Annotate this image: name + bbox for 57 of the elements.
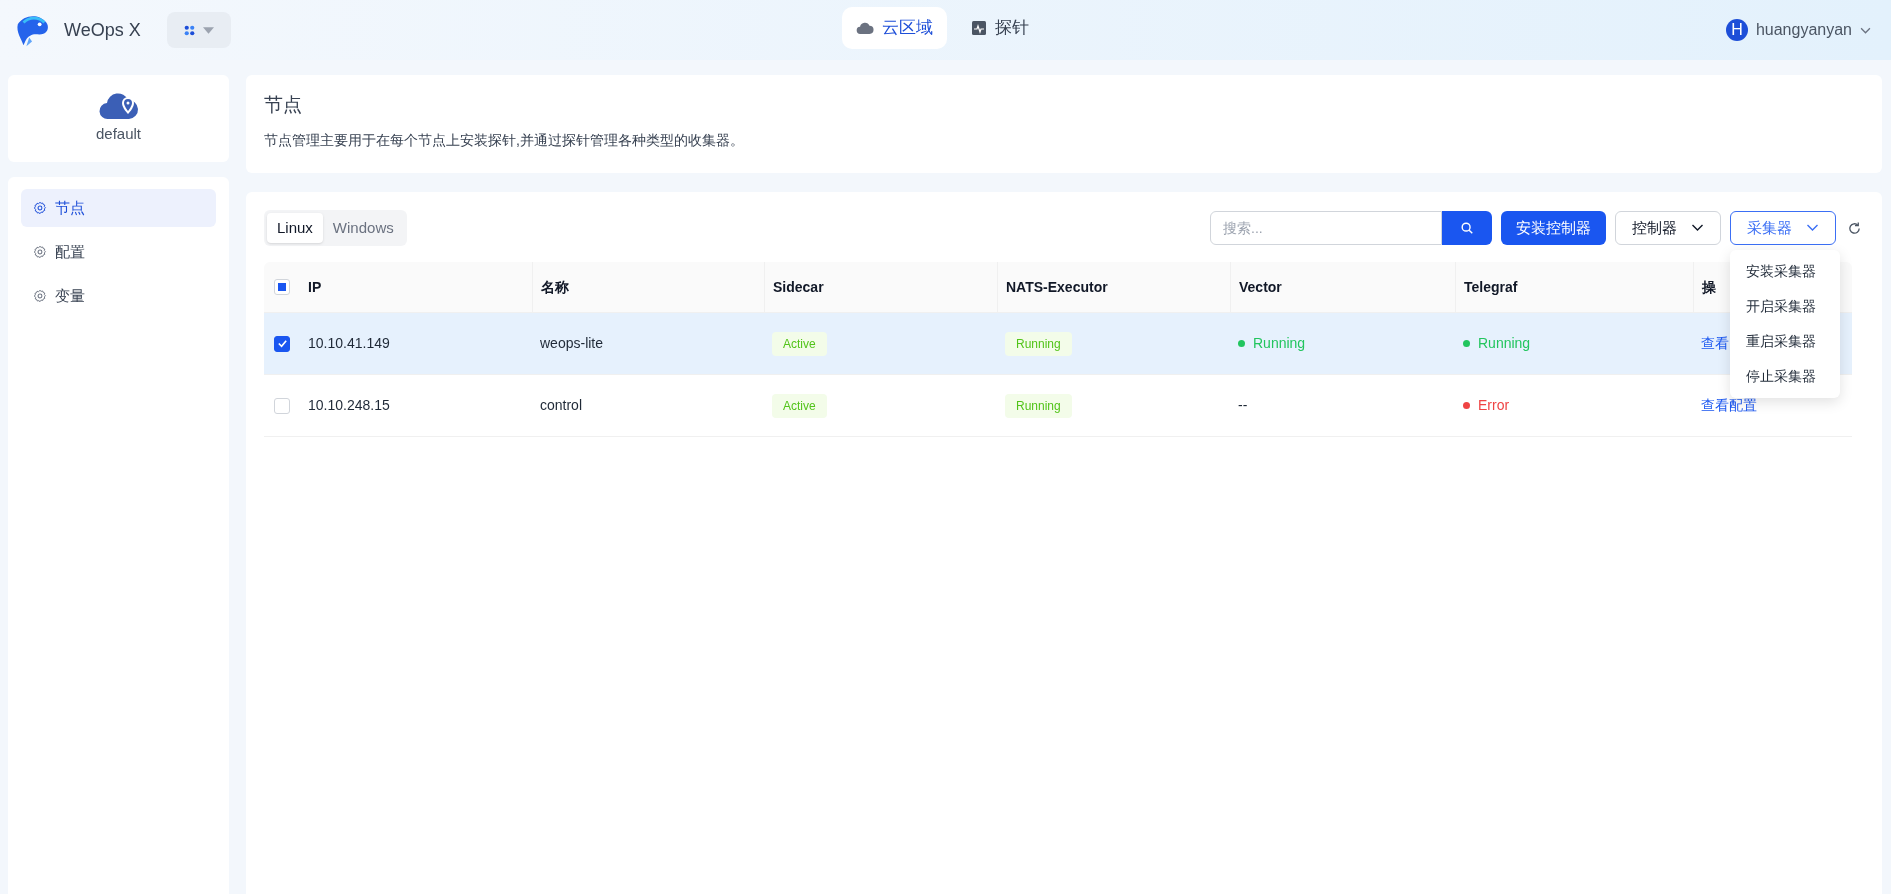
apps-icon xyxy=(183,24,195,36)
sidebar-item[interactable]: 节点 xyxy=(21,189,216,227)
status-tag: Active xyxy=(772,393,827,418)
column-header: 操 xyxy=(1702,277,1716,297)
table-cell-text: -- xyxy=(1238,396,1248,415)
table-cell-text: weops-lite xyxy=(540,334,604,353)
controller-dropdown[interactable]: 控制器 xyxy=(1615,211,1721,245)
gear-icon xyxy=(33,245,47,259)
column-header: Sidecar xyxy=(773,277,824,297)
chevron-down-icon[interactable] xyxy=(1860,26,1871,34)
user-name[interactable]: huangyanyan xyxy=(1755,18,1852,42)
collector-dropdown[interactable]: 采集器 xyxy=(1730,211,1836,245)
column-header: IP xyxy=(308,277,322,297)
column-header: NATS-Executor xyxy=(1006,277,1108,297)
status-tag: Running xyxy=(1005,393,1072,418)
cloud-pin-icon xyxy=(98,91,139,122)
checkbox[interactable] xyxy=(274,335,290,352)
search-icon xyxy=(1460,221,1474,235)
view-config-link[interactable]: 查看 xyxy=(1701,333,1729,354)
sidebar-item[interactable]: 配置 xyxy=(21,233,216,271)
user-avatar: H xyxy=(1725,19,1748,41)
status-tag: Active xyxy=(772,331,827,356)
install-controller-button[interactable]: 安装控制器 xyxy=(1501,211,1606,245)
area-name: default xyxy=(95,124,141,145)
status-text: Error xyxy=(1478,396,1510,415)
status-text: Running xyxy=(1478,334,1531,353)
view-config-link[interactable]: 查看配置 xyxy=(1701,395,1757,416)
caret-icon xyxy=(202,26,214,34)
status-text: Running xyxy=(1253,334,1306,353)
gear-icon xyxy=(33,289,47,303)
chevron-down-icon xyxy=(1806,224,1819,232)
page-title: 节点 xyxy=(264,93,303,117)
chevron-down-icon xyxy=(1691,224,1704,232)
app-title: WeOps X xyxy=(64,18,141,42)
search-field[interactable]: 搜索... xyxy=(1210,211,1442,245)
os-tab[interactable]: Windows xyxy=(322,213,404,243)
column-header: 名称 xyxy=(541,277,569,297)
page-description: 节点管理主要用于在每个节点上安装探针,并通过探针管理各种类型的收集器。 xyxy=(264,130,745,150)
os-tab[interactable]: Linux xyxy=(267,213,323,243)
table-cell-text: 10.10.41.149 xyxy=(308,334,390,353)
nav-tab[interactable]: 云区域 xyxy=(842,7,947,49)
cloud-icon xyxy=(856,20,874,36)
check-icon xyxy=(276,338,288,349)
refresh-icon[interactable] xyxy=(1847,220,1862,236)
table-cell-text: control xyxy=(540,396,583,415)
monitor-icon xyxy=(971,20,987,36)
table-cell-text: 10.10.248.15 xyxy=(308,396,390,415)
sidebar-item[interactable]: 变量 xyxy=(21,277,216,315)
menu-item[interactable]: 重启采集器 xyxy=(1730,324,1840,359)
gear-icon xyxy=(33,201,47,215)
search-button[interactable] xyxy=(1442,211,1492,245)
status-tag: Running xyxy=(1005,331,1072,356)
column-header: Telegraf xyxy=(1464,277,1518,297)
nav-tab[interactable]: 探针 xyxy=(957,7,1043,49)
column-header: Vector xyxy=(1239,277,1282,297)
apps-button[interactable] xyxy=(166,12,231,48)
menu-item[interactable]: 安装采集器 xyxy=(1730,254,1840,289)
